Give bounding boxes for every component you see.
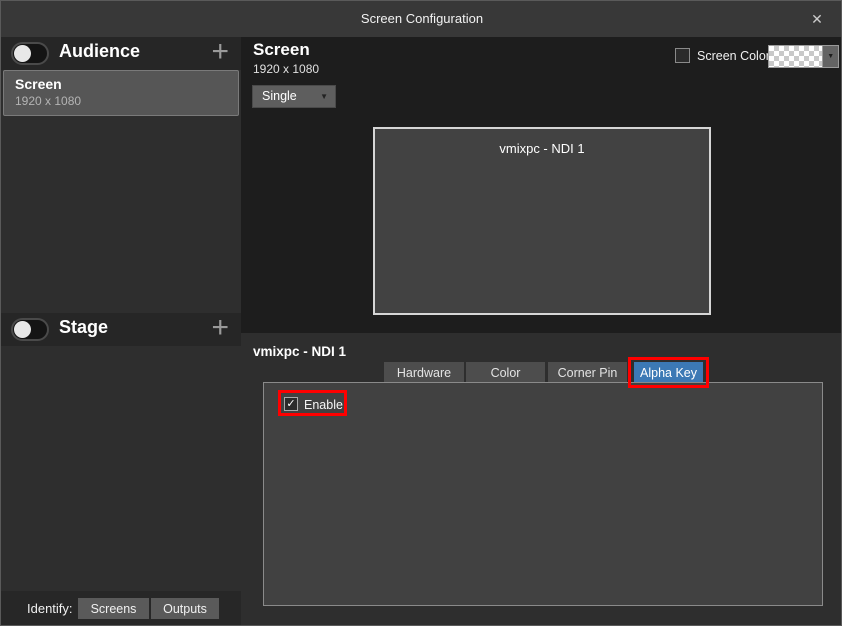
tab-hardware[interactable]: Hardware: [384, 362, 464, 384]
source-detail-section: vmixpc - NDI 1 Hardware Color Corner Pin…: [241, 333, 842, 626]
audience-toggle[interactable]: [11, 42, 49, 65]
layout-mode-value: Single: [262, 89, 297, 103]
stage-section-header: Stage +: [1, 313, 241, 346]
screen-title: Screen: [253, 40, 310, 60]
transparency-swatch: [769, 46, 822, 67]
layout-mode-dropdown[interactable]: Single ▼: [252, 85, 336, 108]
screen-resolution: 1920 x 1080: [253, 62, 319, 76]
close-icon[interactable]: ✕: [803, 1, 831, 37]
window-title: Screen Configuration: [1, 1, 842, 37]
chevron-down-icon: ▼: [822, 46, 838, 67]
tab-color[interactable]: Color: [466, 362, 545, 384]
enable-checkbox[interactable]: ✓: [284, 397, 298, 411]
sidebar: Audience + Screen 1920 x 1080 Stage + Id…: [1, 37, 241, 626]
source-title: vmixpc - NDI 1: [253, 344, 346, 359]
preview-source-label: vmixpc - NDI 1: [499, 141, 584, 156]
audience-section-label: Audience: [59, 41, 140, 62]
add-stage-screen-icon[interactable]: +: [211, 310, 229, 346]
add-audience-screen-icon[interactable]: +: [211, 34, 229, 70]
screen-item-resolution: 1920 x 1080: [15, 94, 227, 108]
identify-bar: Identify: Screens Outputs: [1, 591, 241, 626]
alpha-key-panel: ✓ Enable: [263, 382, 823, 606]
title-bar: Screen Configuration ✕: [1, 1, 842, 37]
screen-configuration-dialog: Screen Configuration ✕ Audience + Screen…: [0, 0, 842, 626]
audience-section-header: Audience +: [1, 37, 241, 70]
chevron-down-icon: ▼: [320, 86, 328, 107]
screen-color-checkbox[interactable]: [675, 48, 690, 63]
screen-color-swatch-dropdown[interactable]: ▼: [768, 45, 839, 68]
stage-toggle[interactable]: [11, 318, 49, 341]
enable-label: Enable: [304, 398, 343, 412]
identify-screens-button[interactable]: Screens: [78, 598, 149, 619]
tab-corner-pin[interactable]: Corner Pin: [548, 362, 627, 384]
screen-list-item[interactable]: Screen 1920 x 1080: [3, 70, 239, 116]
stage-section-label: Stage: [59, 317, 108, 338]
screen-preview-box: vmixpc - NDI 1: [373, 127, 711, 315]
screen-preview-section: Screen 1920 x 1080 Screen Color ▼ Single…: [241, 37, 842, 333]
identify-outputs-button[interactable]: Outputs: [151, 598, 219, 619]
toggle-knob: [14, 321, 31, 338]
screen-item-title: Screen: [15, 76, 227, 92]
screen-color-label: Screen Color: [697, 49, 770, 63]
tab-alpha-key[interactable]: Alpha Key: [634, 362, 703, 383]
identify-label: Identify:: [27, 601, 73, 616]
toggle-knob: [14, 45, 31, 62]
